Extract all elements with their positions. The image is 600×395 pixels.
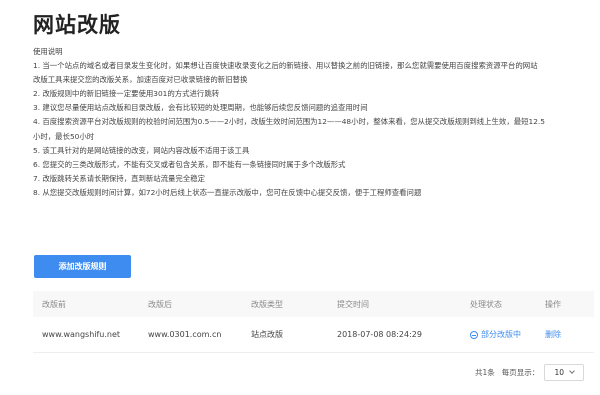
column-header-after: 改版后 [148,299,172,309]
instructions-heading: 使用说明 [33,47,63,56]
instruction-line: 1. 当一个站点的域名或者目录发生变化时，如果想让百度快速收录变化之后的新链接、… [33,61,538,71]
column-header-type: 改版类型 [251,299,283,309]
page-size-label: 每页显示： [501,368,540,377]
chevron-down-icon [569,368,575,374]
instruction-line: 改版工具来提交您的改版关系，加速百度对已收录链接的新旧替换 [33,75,248,85]
total-count: 共1条 [475,368,495,377]
status-link[interactable]: 部分改版中 [470,317,521,352]
column-header-before: 改版前 [42,299,66,309]
page-title: 网站改版 [33,13,121,37]
instructions: 使用说明 1. 当一个站点的域名或者目录发生变化时，如果想让百度快速收录变化之后… [33,45,593,200]
status-label: 部分改版中 [481,330,521,339]
cell-time: 2018-07-08 08:24:29 [337,330,422,339]
page-size-value: 10 [554,368,565,377]
add-rule-button[interactable]: 添加改版规则 [34,255,131,278]
cell-after: www.0301.com.cn [148,330,222,339]
instruction-line: 3. 建议您尽量使用站点改版和目录改版，会有比较短的处理周期，也能够后续您反馈问… [33,103,368,113]
cell-type: 站点改版 [251,330,283,339]
minus-circle-icon [470,330,478,339]
column-header-time: 提交时间 [337,299,369,309]
table-row: www.wangshifu.net www.0301.com.cn 站点改版 2… [33,317,594,353]
instruction-line: 2. 改版规则中的新旧链接一定要使用301的方式进行跳转 [33,89,220,99]
table-header: 改版前 改版后 改版类型 提交时间 处理状态 操作 [33,291,594,317]
instruction-line: 小时，最长50小时 [33,131,95,141]
column-header-status: 处理状态 [470,299,502,309]
cell-before: www.wangshifu.net [42,330,121,339]
instruction-line: 8. 从您提交改版规则时间计算，如72小时后线上状态一直提示改版中，您可在反馈中… [33,187,422,197]
instruction-line: 6. 您提交的三类改版形式，不能有交叉或者包含关系，即不能有一条链接同时属于多个… [33,159,346,169]
delete-link[interactable]: 删除 [545,317,561,352]
page-size-select[interactable]: 10 [544,364,585,381]
column-header-action: 操作 [545,299,561,309]
instruction-line: 5. 该工具针对的是网站链接的改变，网站内容改版不适用于该工具 [33,145,250,155]
instruction-line: 7. 改版跳转关系请长期保持，直到新站流量完全稳定 [33,173,205,183]
pagination: 共1条 每页显示： 10 [475,364,585,381]
rules-table: 改版前 改版后 改版类型 提交时间 处理状态 操作 www.wangshifu.… [33,291,594,353]
instruction-line: 4. 百度搜索资源平台对改版规则的校验时间范围为0.5——2小时，改版生效时间范… [33,117,545,127]
